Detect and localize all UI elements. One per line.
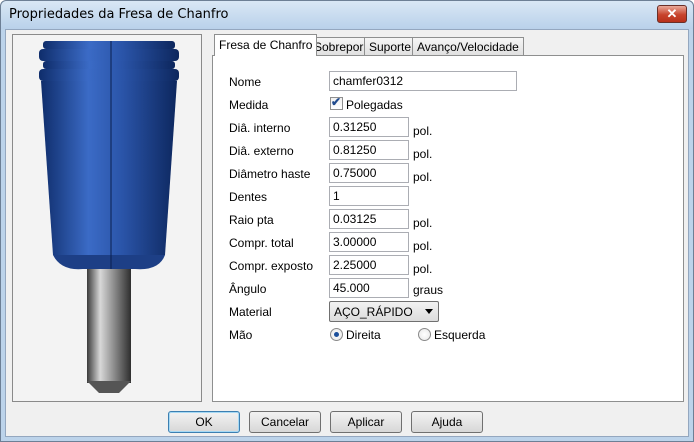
outer-diameter-label: Diâ. externo xyxy=(229,144,294,158)
exposed-length-field[interactable]: 2.25000 xyxy=(329,255,409,275)
outer-diameter-field[interactable]: 0.81250 xyxy=(329,140,409,160)
name-label: Nome xyxy=(229,75,262,89)
dialog-window: Propriedades da Fresa de Chanfro ✕ Fresa… xyxy=(0,0,694,442)
teeth-field[interactable]: 1 xyxy=(329,186,409,206)
inner-diameter-label: Diâ. interno xyxy=(229,121,291,135)
shank-diameter-unit: pol. xyxy=(413,170,433,184)
outer-diameter-unit: pol. xyxy=(413,147,433,161)
close-icon[interactable]: ✕ xyxy=(657,5,687,23)
exposed-length-unit: pol. xyxy=(413,262,433,276)
exposed-length-label: Compr. exposto xyxy=(229,259,314,273)
title-bar: Propriedades da Fresa de Chanfro ✕ xyxy=(1,1,693,29)
inner-diameter-unit: pol. xyxy=(413,124,433,138)
apply-button[interactable]: Aplicar xyxy=(330,411,402,433)
tab-feed-speed[interactable]: Avanço/Velocidade xyxy=(412,37,524,55)
name-field[interactable]: chamfer0312 xyxy=(329,71,517,91)
tip-radius-label: Raio pta xyxy=(229,213,274,227)
dialog-client-area: Fresa de Chanfro Sobrepor Suporte Avanço… xyxy=(5,29,689,437)
measure-label: Medida xyxy=(229,98,269,112)
teeth-label: Dentes xyxy=(229,190,268,204)
hand-left-radio[interactable] xyxy=(418,328,431,341)
inches-checkbox[interactable]: ✔ xyxy=(330,95,343,110)
inner-diameter-field[interactable]: 0.31250 xyxy=(329,117,409,137)
tool-preview xyxy=(12,34,202,402)
hand-right-label: Direita xyxy=(346,328,381,342)
tab-panel: Nome chamfer0312 Medida ✔ Polegadas Diâ.… xyxy=(212,55,684,402)
ok-button[interactable]: OK xyxy=(168,411,240,433)
tab-holder[interactable]: Suporte xyxy=(364,37,417,55)
material-select[interactable]: AÇO_RÁPIDO xyxy=(329,301,439,322)
hand-label: Mão xyxy=(229,328,253,342)
tip-radius-field[interactable]: 0.03125 xyxy=(329,209,409,229)
total-length-field[interactable]: 3.00000 xyxy=(329,232,409,252)
radio-selected-dot xyxy=(334,332,339,337)
shank-diameter-field[interactable]: 0.75000 xyxy=(329,163,409,183)
hand-left-label: Esquerda xyxy=(434,328,486,342)
material-label: Material xyxy=(229,305,272,319)
material-value: AÇO_RÁPIDO xyxy=(334,305,413,319)
shank-diameter-label: Diâmetro haste xyxy=(229,167,311,181)
tab-override[interactable]: Sobrepor xyxy=(309,37,369,55)
tip-radius-unit: pol. xyxy=(413,216,433,230)
total-length-label: Compr. total xyxy=(229,236,294,250)
hand-right-radio[interactable] xyxy=(330,328,343,341)
angle-label: Ângulo xyxy=(229,282,267,296)
inches-label: Polegadas xyxy=(346,98,403,112)
chamfer-tool-image xyxy=(39,41,179,393)
help-button[interactable]: Ajuda xyxy=(411,411,483,433)
chevron-down-icon xyxy=(425,309,433,314)
window-title: Propriedades da Fresa de Chanfro xyxy=(9,7,229,22)
tab-chamfer-mill[interactable]: Fresa de Chanfro xyxy=(214,34,318,56)
angle-field[interactable]: 45.000 xyxy=(329,278,409,298)
total-length-unit: pol. xyxy=(413,239,433,253)
check-icon: ✔ xyxy=(331,95,342,109)
cancel-button[interactable]: Cancelar xyxy=(249,411,321,433)
angle-unit: graus xyxy=(413,283,444,297)
